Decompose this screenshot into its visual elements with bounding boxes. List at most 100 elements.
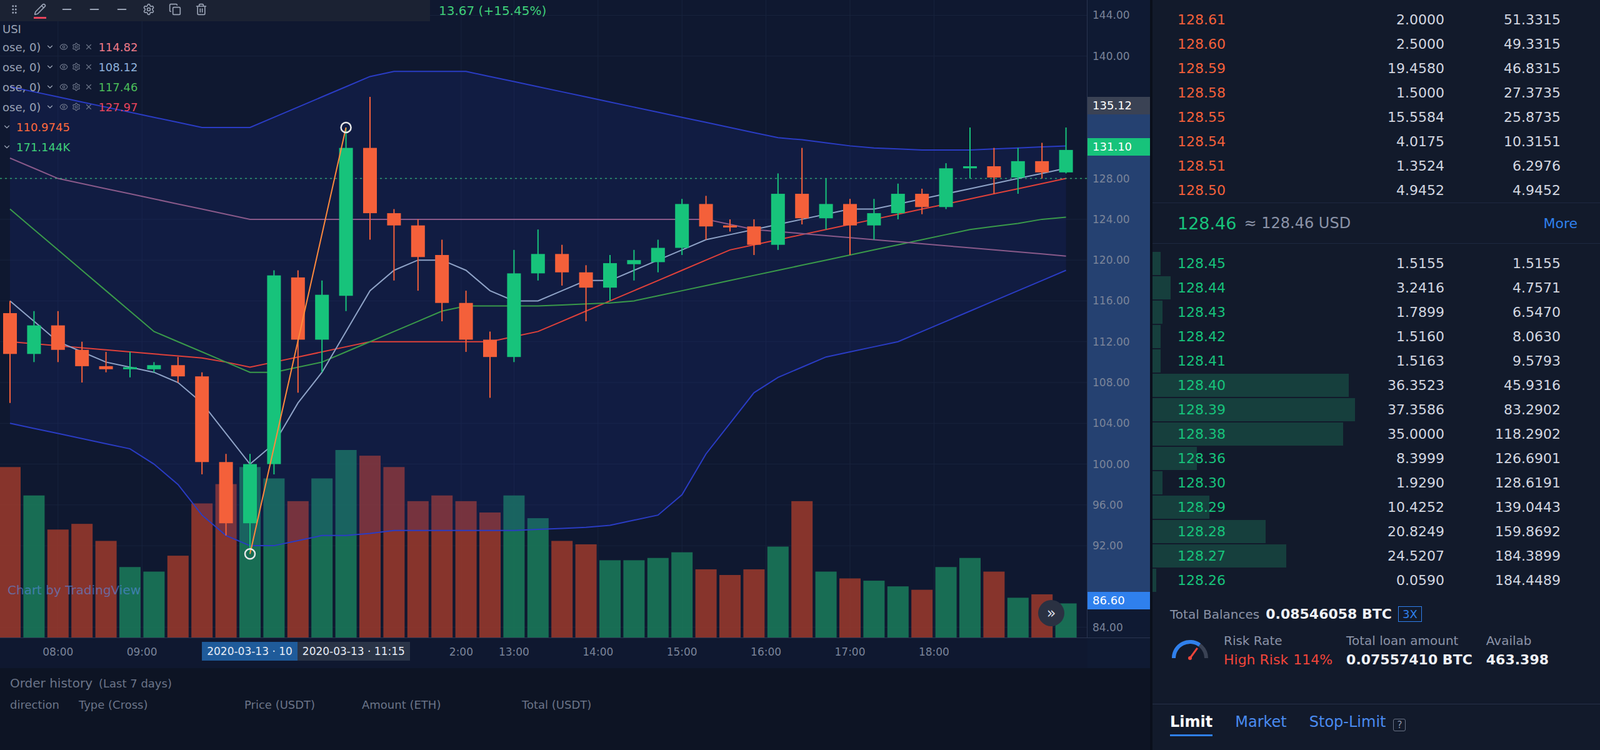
bid-row[interactable]: 128.2820.8249159.8692 bbox=[1152, 519, 1600, 544]
bid-row[interactable]: 128.411.51639.5793 bbox=[1152, 348, 1600, 374]
candle[interactable] bbox=[939, 163, 954, 209]
candle[interactable] bbox=[1011, 148, 1025, 194]
candle[interactable] bbox=[746, 219, 761, 255]
bid-row[interactable]: 128.4036.352345.9316 bbox=[1152, 373, 1600, 398]
close-icon[interactable] bbox=[84, 62, 94, 72]
candle[interactable] bbox=[266, 270, 281, 474]
bid-row[interactable]: 128.2724.5207184.3899 bbox=[1152, 543, 1600, 569]
pencil-icon[interactable] bbox=[33, 3, 47, 16]
ask-row[interactable]: 128.5919.458046.8315 bbox=[1152, 56, 1600, 81]
ask-row[interactable]: 128.602.500049.3315 bbox=[1152, 31, 1600, 57]
price-axis[interactable]: 144.00140.00128.00124.00120.00116.00112.… bbox=[1086, 0, 1150, 638]
order-type-tab[interactable]: Market bbox=[1235, 713, 1287, 737]
scroll-realtime-button[interactable]: » bbox=[1038, 600, 1065, 627]
candle[interactable] bbox=[123, 351, 137, 378]
eye-icon[interactable] bbox=[59, 42, 69, 52]
candlestick-chart[interactable] bbox=[0, 0, 1087, 638]
candle[interactable] bbox=[339, 127, 354, 312]
candle[interactable] bbox=[603, 255, 617, 301]
candle[interactable] bbox=[531, 229, 545, 281]
grip-icon[interactable] bbox=[8, 3, 20, 15]
gear-icon[interactable] bbox=[71, 82, 81, 92]
candle[interactable] bbox=[315, 280, 329, 373]
candle[interactable] bbox=[723, 219, 737, 232]
ask-row[interactable]: 128.581.500027.3735 bbox=[1152, 80, 1600, 105]
candle[interactable] bbox=[771, 173, 785, 250]
candle[interactable] bbox=[506, 250, 521, 363]
order-type-tab[interactable]: Limit bbox=[1170, 713, 1213, 737]
gear-icon[interactable] bbox=[71, 62, 81, 72]
candle[interactable] bbox=[555, 245, 569, 286]
help-button[interactable]: ? bbox=[1393, 718, 1406, 732]
order-history-title[interactable]: Order history bbox=[10, 675, 93, 691]
candle[interactable] bbox=[579, 265, 594, 322]
drag-handle[interactable] bbox=[8, 3, 20, 19]
candle[interactable] bbox=[891, 183, 905, 220]
candle[interactable] bbox=[699, 195, 714, 240]
trend-handle[interactable] bbox=[245, 548, 255, 559]
chevron-down-icon[interactable] bbox=[45, 102, 55, 112]
candle[interactable] bbox=[1059, 127, 1074, 174]
candle[interactable] bbox=[99, 351, 114, 373]
close-icon[interactable] bbox=[84, 82, 94, 92]
chevron-down-icon[interactable] bbox=[2, 122, 12, 132]
eye-icon[interactable] bbox=[59, 102, 69, 112]
eye-icon[interactable] bbox=[59, 62, 69, 72]
gear-icon[interactable] bbox=[142, 3, 155, 16]
candle[interactable] bbox=[459, 290, 474, 352]
line-width-tool[interactable] bbox=[87, 2, 102, 20]
line-icon[interactable] bbox=[60, 2, 74, 17]
leverage-badge[interactable]: 3X bbox=[1398, 606, 1422, 622]
trash-icon[interactable] bbox=[195, 3, 208, 16]
candle[interactable] bbox=[171, 356, 185, 383]
line-style-icon[interactable] bbox=[115, 2, 129, 17]
chevron-down-icon[interactable] bbox=[45, 42, 55, 52]
ask-row[interactable]: 128.504.94524.9452 bbox=[1152, 178, 1600, 203]
bid-row[interactable]: 128.421.51608.0630 bbox=[1152, 324, 1600, 349]
candle[interactable] bbox=[3, 300, 17, 403]
trend-handle[interactable] bbox=[341, 122, 352, 133]
bid-row[interactable]: 128.368.3999126.6901 bbox=[1152, 446, 1600, 471]
candle[interactable] bbox=[651, 240, 665, 273]
candle[interactable] bbox=[386, 209, 401, 281]
bid-row[interactable]: 128.2910.4252139.0443 bbox=[1152, 495, 1600, 520]
pencil-tool[interactable] bbox=[33, 3, 47, 19]
line-tool[interactable] bbox=[60, 2, 74, 20]
settings-tool[interactable] bbox=[142, 3, 155, 19]
chart-area[interactable]: 13.67 (+15.45%)USIose, 0)114.82ose, 0)10… bbox=[0, 0, 1087, 638]
bid-row[interactable]: 128.3835.0000118.2902 bbox=[1152, 421, 1600, 447]
candle[interactable] bbox=[963, 127, 977, 179]
candle[interactable] bbox=[675, 198, 689, 255]
ask-row[interactable]: 128.511.35246.2976 bbox=[1152, 153, 1600, 179]
candle[interactable] bbox=[195, 372, 209, 475]
candle[interactable] bbox=[26, 311, 41, 363]
close-icon[interactable] bbox=[84, 42, 94, 52]
time-axis[interactable]: 08:0009:002:0013:0014:0015:0016:0017:001… bbox=[0, 638, 1088, 669]
bid-row[interactable]: 128.301.9290128.6191 bbox=[1152, 470, 1600, 495]
chevron-down-icon[interactable] bbox=[2, 142, 12, 152]
copy-tool[interactable] bbox=[168, 3, 182, 19]
candle[interactable] bbox=[219, 453, 234, 536]
line-style-tool[interactable] bbox=[115, 2, 129, 20]
bid-row[interactable]: 128.431.78996.5470 bbox=[1152, 300, 1600, 325]
candle[interactable] bbox=[363, 96, 377, 240]
candle[interactable] bbox=[291, 270, 305, 393]
candle[interactable] bbox=[819, 178, 834, 230]
order-type-tab[interactable]: Stop-Limit bbox=[1309, 713, 1387, 737]
candle[interactable] bbox=[915, 188, 929, 215]
candle[interactable] bbox=[483, 331, 497, 398]
candle[interactable] bbox=[146, 361, 161, 372]
eye-icon[interactable] bbox=[59, 82, 69, 92]
candle[interactable] bbox=[843, 198, 857, 255]
delete-tool[interactable] bbox=[195, 3, 208, 19]
close-icon[interactable] bbox=[84, 102, 94, 112]
candle[interactable] bbox=[411, 219, 425, 291]
candle[interactable] bbox=[866, 198, 881, 240]
line-width-icon[interactable] bbox=[87, 2, 102, 17]
bid-row[interactable]: 128.451.51551.5155 bbox=[1152, 251, 1600, 276]
bid-row[interactable]: 128.260.0590184.4489 bbox=[1152, 568, 1600, 593]
gear-icon[interactable] bbox=[71, 102, 81, 112]
gear-icon[interactable] bbox=[71, 42, 81, 52]
candle[interactable] bbox=[1035, 142, 1049, 179]
candle[interactable] bbox=[51, 311, 65, 363]
